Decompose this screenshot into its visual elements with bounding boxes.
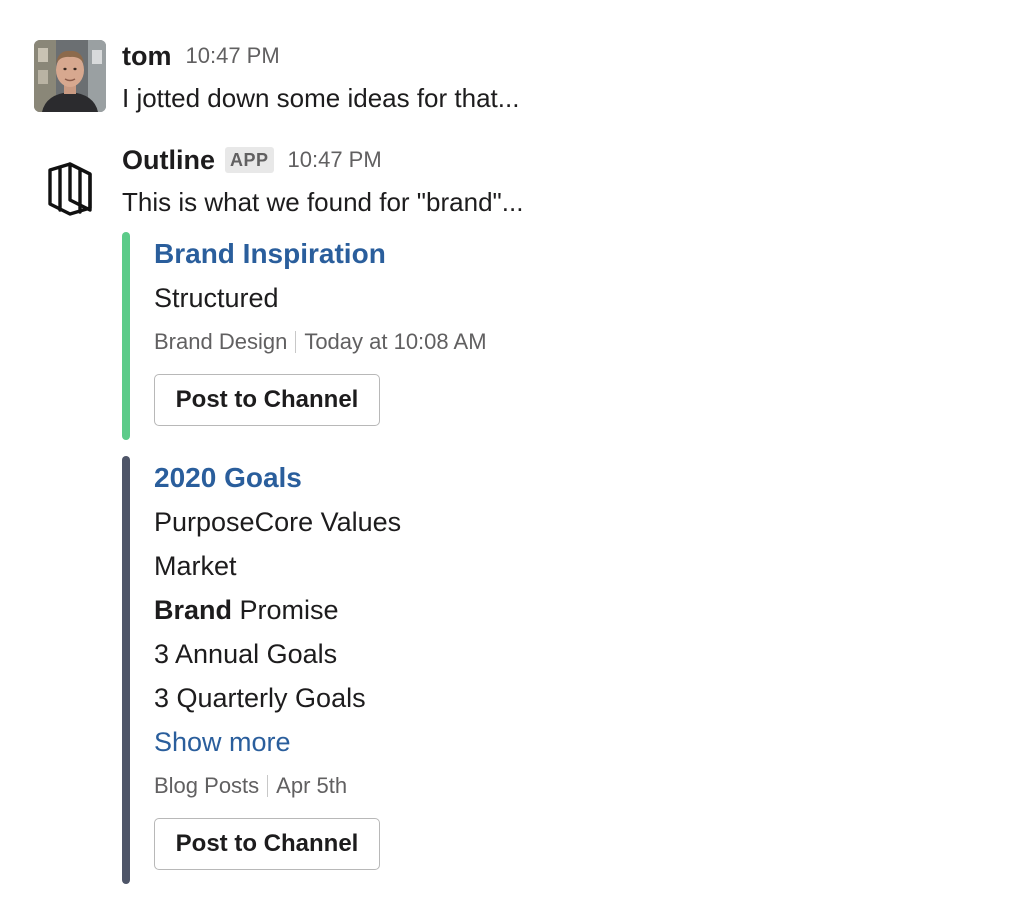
document-snippet-line: 3 Quarterly Goals	[154, 683, 366, 713]
document-title-link[interactable]: Brand Inspiration	[154, 236, 722, 280]
post-to-channel-button[interactable]: Post to Channel	[154, 818, 380, 870]
message-header: tom 10:47 PM	[122, 38, 990, 74]
message-text: This is what we found for "brand"...	[122, 187, 524, 217]
outline-logo-icon[interactable]	[34, 152, 106, 224]
message-header: Outline APP 10:47 PM	[122, 142, 990, 178]
attachment-color-bar	[122, 232, 130, 440]
document-snippet-line: Market	[154, 551, 237, 581]
user-avatar-icon[interactable]	[34, 40, 106, 112]
search-result-attachment: 2020 Goals PurposeCore Values Market Bra…	[122, 456, 722, 884]
updated-time: Today at 10:08 AM	[304, 329, 487, 354]
search-result-attachment: Brand Inspiration Structured Brand Desig…	[122, 232, 722, 440]
post-to-channel-button[interactable]: Post to Channel	[154, 374, 380, 426]
message-timestamp[interactable]: 10:47 PM	[288, 147, 382, 173]
app-badge: APP	[225, 147, 274, 173]
message-feed: tom 10:47 PM I jotted down some ideas fo…	[0, 0, 1010, 898]
attachment-footer: Brand Design Today at 10:08 AM	[154, 328, 722, 362]
footer-separator	[295, 331, 297, 353]
message-text: I jotted down some ideas for that...	[122, 83, 520, 113]
message-body: Outline APP 10:47 PM This is what we fou…	[122, 142, 990, 218]
sender-name[interactable]: Outline	[122, 145, 215, 176]
show-more-link[interactable]: Show more	[154, 724, 722, 768]
collection-name: Brand Design	[154, 329, 288, 354]
search-term-highlight: Brand	[154, 595, 233, 625]
message-body: tom 10:47 PM I jotted down some ideas fo…	[122, 38, 990, 114]
message-timestamp[interactable]: 10:47 PM	[186, 43, 280, 69]
attachment-content: Brand Inspiration Structured Brand Desig…	[154, 236, 722, 426]
collection-name: Blog Posts	[154, 773, 260, 798]
document-snippet-line: Brand Promise	[154, 592, 722, 636]
sender-name[interactable]: tom	[122, 41, 172, 72]
snippet-text: Promise	[239, 595, 339, 625]
document-snippet-line: PurposeCore Values	[154, 507, 402, 537]
document-snippet-line: Structured	[154, 283, 279, 313]
footer-separator	[267, 775, 269, 797]
document-snippet-line: 3 Annual Goals	[154, 639, 338, 669]
document-title-link[interactable]: 2020 Goals	[154, 460, 722, 504]
attachment-color-bar	[122, 456, 130, 884]
updated-time: Apr 5th	[276, 773, 348, 798]
attachment-footer: Blog Posts Apr 5th	[154, 772, 722, 806]
attachment-content: 2020 Goals PurposeCore Values Market Bra…	[154, 460, 722, 870]
